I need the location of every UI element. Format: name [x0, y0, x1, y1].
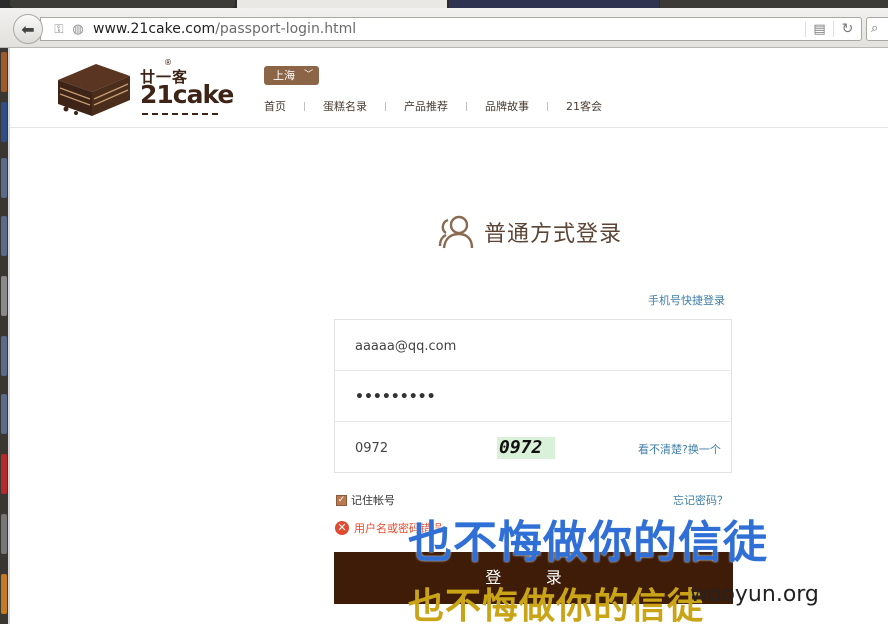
remember-checkbox[interactable]: ✓ [336, 494, 347, 506]
brand-logo[interactable]: ® 廿一客 21cake [54, 58, 234, 120]
nav-item-recommend[interactable]: 产品推荐 [404, 98, 448, 114]
back-button[interactable]: ⬅ [13, 14, 43, 44]
browser-tab[interactable] [10, 0, 235, 8]
captcha-row: 0972 看不清楚?换一个 [335, 422, 731, 473]
launcher-icon[interactable] [1, 336, 7, 376]
desktop-launcher [0, 48, 8, 624]
nav-item-cakes[interactable]: 蛋糕名录 [323, 98, 367, 114]
nav-item-club[interactable]: 21客会 [566, 98, 602, 114]
nav-divider [385, 101, 386, 111]
address-bar[interactable]: ⚿ ◍ www.21cake.com/passport-login.html ▤… [40, 17, 862, 41]
username-row [335, 320, 731, 371]
globe-icon: ◍ [72, 21, 84, 37]
captcha-image[interactable]: 0972 [497, 437, 555, 459]
cake-logo-icon [58, 64, 130, 116]
refresh-captcha-link[interactable]: 看不清楚?换一个 [638, 441, 721, 457]
nav-item-home[interactable]: 首页 [264, 98, 286, 114]
nav-divider [547, 101, 548, 111]
search-box[interactable]: ⌕ [866, 17, 888, 41]
login-form: ••••••••• 0972 看不清楚?换一个 [334, 319, 732, 473]
launcher-icon[interactable] [1, 102, 7, 142]
browser-tab[interactable] [449, 0, 659, 8]
login-title: 普通方式登录 [484, 222, 623, 247]
phone-quick-login-link[interactable]: 手机号快捷登录 [648, 292, 725, 308]
launcher-icon[interactable] [1, 216, 7, 256]
user-icon [438, 215, 474, 249]
remember-account[interactable]: ✓ 记住帐号 [336, 492, 395, 508]
nav-divider [304, 101, 305, 111]
watermark-text: 也不悔做你的信徒 [408, 586, 705, 624]
browser-tab-strip [0, 0, 888, 8]
viewport-edge [8, 48, 10, 624]
city-selector[interactable]: 上海 ﹀ [264, 66, 319, 85]
site-header: ® 廿一客 21cake 上海 ﹀ 首页 蛋糕名录 产品推荐 品牌故事 21客会 [10, 48, 888, 128]
launcher-icon[interactable] [1, 454, 7, 494]
login-heading: 普通方式登录 [436, 214, 622, 250]
chevron-down-icon: ﹀ [303, 70, 313, 80]
url-text[interactable]: www.21cake.com/passport-login.html [93, 21, 805, 37]
captcha-input[interactable] [355, 437, 475, 459]
browser-tab-active[interactable] [237, 0, 447, 8]
username-input[interactable] [355, 335, 655, 357]
reader-view-icon[interactable]: ▤ [805, 21, 833, 37]
site-identity-icon[interactable]: ⚿ [49, 22, 69, 37]
watermark-site: wooyun.org [690, 582, 819, 607]
brand-name-en: 21cake [140, 80, 234, 109]
launcher-icon[interactable] [1, 276, 7, 316]
city-label: 上海 [273, 69, 295, 82]
browser-toolbar: ⚿ ◍ www.21cake.com/passport-login.html ▤… [0, 8, 888, 48]
logo-underline [142, 113, 218, 115]
launcher-icon[interactable] [1, 394, 7, 434]
launcher-icon[interactable] [1, 514, 7, 554]
launcher-icon[interactable] [1, 158, 7, 198]
search-icon: ⌕ [871, 21, 879, 36]
main-nav: 首页 蛋糕名录 产品推荐 品牌故事 21客会 [264, 98, 602, 114]
reload-icon[interactable]: ↻ [833, 21, 861, 37]
launcher-icon[interactable] [1, 574, 7, 614]
watermark-text: 也不悔做你的信徒 [408, 517, 768, 568]
error-icon: ✕ [335, 521, 349, 535]
arrow-left-icon: ⬅ [21, 19, 35, 39]
launcher-icon[interactable] [1, 52, 7, 92]
browser-tab[interactable] [660, 0, 888, 8]
nav-item-story[interactable]: 品牌故事 [485, 98, 529, 114]
password-row[interactable]: ••••••••• [335, 371, 731, 422]
remember-label: 记住帐号 [351, 494, 395, 507]
nav-divider [466, 101, 467, 111]
password-input[interactable]: ••••••••• [355, 389, 436, 405]
